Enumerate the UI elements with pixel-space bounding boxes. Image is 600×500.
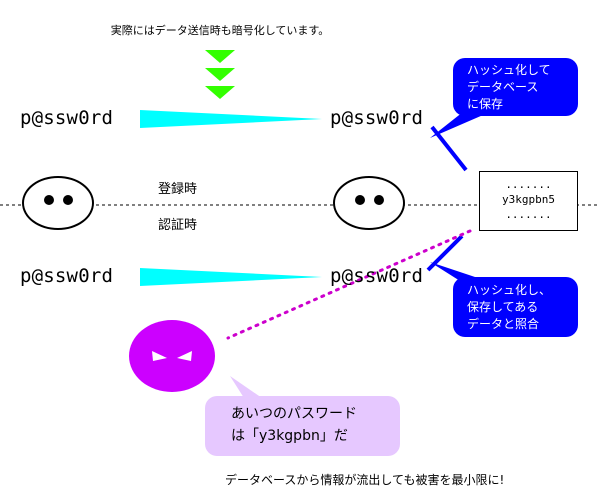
server-eye-right: [374, 195, 384, 205]
server-eye-left: [355, 195, 365, 205]
database-line-3: .......: [505, 208, 552, 221]
user-face-icon: [22, 176, 94, 230]
bubble-compare-line-3: データと照合: [467, 317, 540, 331]
bubble-store-text: ハッシュ化して データベース に保存: [467, 62, 551, 113]
bubble-compare-text: ハッシュ化し、 保存してある データと照合: [467, 282, 551, 333]
database-hash: y3kgpbn5: [502, 193, 555, 206]
send-beam-login: [140, 268, 322, 286]
attacker-bubble-text: あいつのパスワード は「y3kgpbn」だ: [231, 403, 357, 447]
user-eye-right: [63, 195, 73, 205]
database-box: ....... y3kgpbn5 .......: [479, 171, 578, 231]
bubble-compare-line-2: 保存してある: [467, 300, 539, 314]
attacker-bubble-line-2: は「y3kgpbn」だ: [231, 428, 348, 444]
password-register-client: p@ssw0rd: [20, 107, 114, 129]
attacker-face-icon: [129, 320, 215, 392]
label-login: 認証時: [158, 218, 198, 233]
bubble-store-line-1: ハッシュ化して: [467, 63, 551, 77]
database-line-1: .......: [505, 178, 552, 191]
attacker-bubble-line-1: あいつのパスワード: [231, 406, 357, 422]
encryption-arrows-icon: [205, 50, 235, 99]
user-eye-left: [44, 195, 54, 205]
password-register-server: p@ssw0rd: [330, 107, 424, 129]
password-login-server: p@ssw0rd: [330, 265, 424, 287]
top-note: 実際にはデータ送信時も暗号化しています。: [110, 24, 330, 37]
bubble-store-line-2: データベース: [467, 80, 539, 94]
server-face-icon: [333, 176, 405, 230]
bubble-compare-line-1: ハッシュ化し、: [467, 283, 552, 297]
password-login-client: p@ssw0rd: [20, 265, 114, 287]
label-register: 登録時: [158, 182, 198, 197]
send-beam-register: [140, 110, 322, 128]
bubble-store-line-3: に保存: [467, 97, 504, 111]
bottom-note: データベースから情報が流出しても被害を最小限に!: [225, 473, 505, 487]
